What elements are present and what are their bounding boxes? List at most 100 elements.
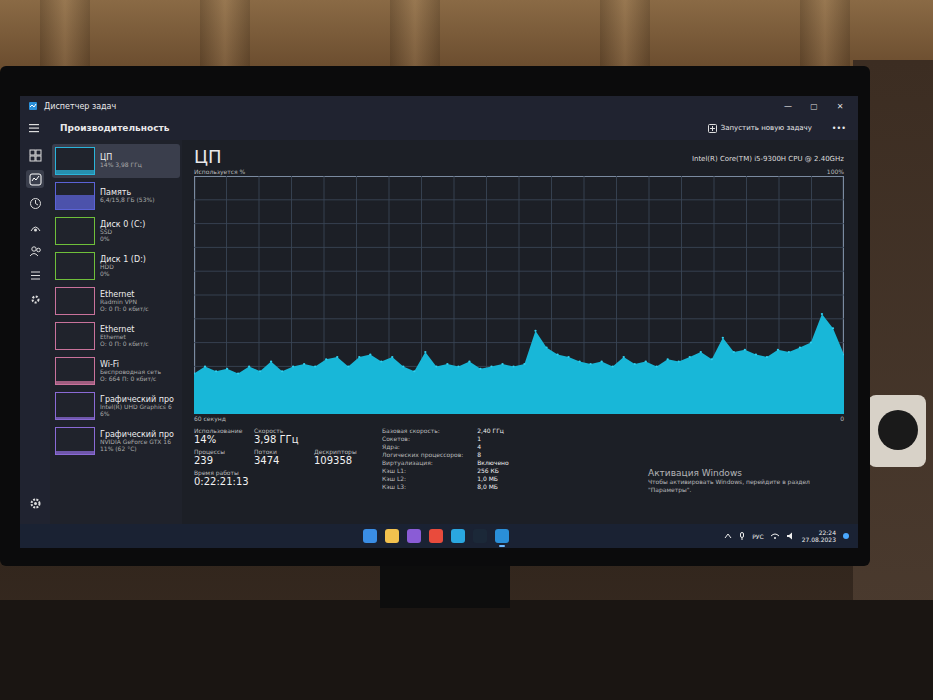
chart-point: [556, 354, 558, 356]
sidebar-sub: NVIDIA GeForce GTX 16: [100, 439, 174, 446]
chart-point: [788, 351, 790, 353]
detail-label: Базовая скорость:: [382, 427, 463, 434]
chart-point: [623, 356, 625, 358]
sidebar-text: Графический проNVIDIA GeForce GTX 1611% …: [100, 430, 174, 453]
detail-label: Кэш L2:: [382, 475, 463, 482]
sidebar-item[interactable]: ЦП14% 3,98 ГГц: [52, 144, 180, 178]
cpu-panel: ЦПIntel(R) Core(TM) i5-9300H CPU @ 2.40G…: [182, 140, 858, 524]
chart-point: [347, 365, 349, 367]
nav-button[interactable]: [26, 194, 44, 212]
sidebar-item[interactable]: Память6,4/15,8 ГБ (53%): [52, 179, 180, 213]
sidebar-sub: 6,4/15,8 ГБ (53%): [100, 197, 155, 204]
chart-point: [689, 356, 691, 358]
new-task-button[interactable]: Запустить новую задачу: [702, 122, 818, 135]
sidebar-detail: 6%: [100, 411, 174, 418]
sparkline: [55, 357, 95, 385]
chart-point: [501, 363, 503, 365]
nav-button[interactable]: [26, 266, 44, 284]
sidebar-item[interactable]: Диск 1 (D:)HDD0%: [52, 249, 180, 283]
chart-point: [667, 358, 669, 360]
chart-point: [821, 313, 823, 315]
window-control[interactable]: ✕: [830, 102, 850, 111]
body: ЦП14% 3,98 ГГцПамять6,4/15,8 ГБ (53%)Дис…: [20, 140, 858, 524]
more-button[interactable]: •••: [828, 124, 850, 133]
chevron-icon: [724, 532, 732, 540]
taskbar-app-icon[interactable]: [495, 529, 509, 543]
chart-point: [578, 361, 580, 363]
detail-value: 8: [477, 451, 508, 458]
new-task-label[interactable]: Запустить новую задачу: [721, 124, 812, 132]
nav-button[interactable]: [26, 218, 44, 236]
stat: Скорость3,98 ГГц: [254, 427, 304, 445]
window-control[interactable]: —: [778, 102, 798, 111]
sidebar-item[interactable]: Wi-FiБеспроводная сетьО: 664 П: 0 кбит/с: [52, 354, 180, 388]
taskbar-app-icon[interactable]: [473, 529, 487, 543]
detail-label: Сокетов:: [382, 435, 463, 442]
window-control[interactable]: ▢: [804, 102, 824, 111]
chart-point: [194, 373, 195, 375]
taskbar-app-icon[interactable]: [363, 529, 377, 543]
nav-button[interactable]: [26, 170, 44, 188]
chart-point: [457, 365, 459, 367]
performance-icon: [29, 173, 42, 186]
taskbar-app-icon[interactable]: [385, 529, 399, 543]
stat-label: Потоки: [254, 448, 304, 455]
sidebar-label: Ethernet: [100, 290, 149, 299]
taskbar-app-icon[interactable]: [407, 529, 421, 543]
sidebar-text: EthernetRadmin VPNО: 0 П: 0 кбит/с: [100, 290, 149, 313]
clock[interactable]: 22:2427.08.2023: [802, 529, 836, 543]
nav-button[interactable]: [26, 494, 44, 512]
detail-value: 1: [477, 435, 508, 442]
nav-bar: [20, 140, 50, 524]
language-indicator[interactable]: РУС: [752, 533, 763, 540]
chart-point: [215, 370, 217, 372]
chart-point: [722, 337, 724, 339]
sidebar-item[interactable]: Графический проIntel(R) UHD Graphics 66%: [52, 389, 180, 423]
cpu-details: Базовая скорость:2,40 ГГцСокетов:1Ядра:4…: [382, 427, 509, 490]
sidebar-label: Ethernet: [100, 325, 149, 334]
chart-point: [777, 349, 779, 351]
nav-button[interactable]: [26, 146, 44, 164]
sidebar-item[interactable]: EthernetRadmin VPNО: 0 П: 0 кбит/с: [52, 284, 180, 318]
stat-label: Время работы: [194, 469, 249, 476]
nav-button[interactable]: [26, 290, 44, 308]
microphone-icon: [738, 532, 746, 540]
taskbar-app-icon[interactable]: [451, 529, 465, 543]
sparkline: [55, 287, 95, 315]
watermark-text: Чтобы активировать Windows, перейдите в …: [648, 478, 828, 494]
chart-point: [567, 356, 569, 358]
sidebar-item[interactable]: Диск 0 (C:)SSD0%: [52, 214, 180, 248]
detail-value: 1,0 МБ: [477, 475, 508, 482]
sidebar-text: Wi-FiБеспроводная сетьО: 664 П: 0 кбит/с: [100, 360, 161, 383]
stat: Дескрипторы109358: [314, 448, 364, 466]
sparkline-fill: [56, 417, 94, 419]
detail-label: Ядра:: [382, 443, 463, 450]
cpu-header: ЦПIntel(R) Core(TM) i5-9300H CPU @ 2.40G…: [194, 146, 844, 167]
processes-icon: [29, 149, 42, 162]
detail-label: Виртуализация:: [382, 459, 463, 466]
stats-row: Использование14%Скорость3,98 ГГц: [194, 427, 364, 445]
title-bar: Диспетчер задач—▢✕: [20, 96, 858, 116]
notification-icon: [842, 532, 850, 540]
sparkline: [55, 322, 95, 350]
sidebar-sub: Беспроводная сеть: [100, 369, 161, 376]
wifi-icon: [770, 532, 780, 540]
cpu-title: ЦП: [194, 146, 222, 167]
nav-button[interactable]: [26, 242, 44, 260]
stat-value: 3474: [254, 455, 304, 466]
taskbar-app-icon[interactable]: [429, 529, 443, 543]
chart-point: [358, 356, 360, 358]
sidebar-sub: SSD: [100, 229, 145, 236]
taskbar: РУС 22:2427.08.2023: [20, 524, 858, 548]
sidebar-item[interactable]: EthernetEthernetО: 0 П: 0 кбит/с: [52, 319, 180, 353]
sidebar-item[interactable]: Графический проNVIDIA GeForce GTX 1611% …: [52, 424, 180, 458]
chart-point: [204, 365, 206, 367]
sparkline-fill: [56, 381, 94, 384]
services-icon: [29, 293, 42, 306]
sidebar-label: Память: [100, 188, 155, 197]
sparkline: [55, 182, 95, 210]
stat-label: Процессы: [194, 448, 244, 455]
detail-label: Кэш L1:: [382, 467, 463, 474]
chart-point: [490, 365, 492, 367]
cpu-chart: [194, 176, 844, 414]
